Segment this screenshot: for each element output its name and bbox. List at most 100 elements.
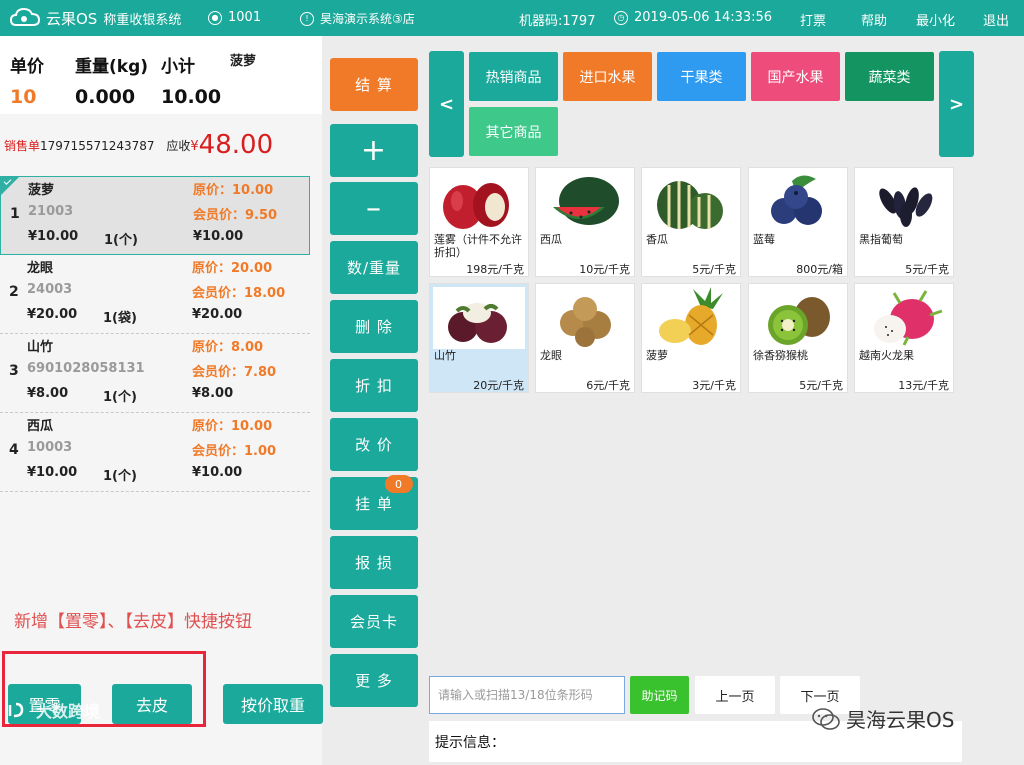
category-domestic-fruit[interactable]: 国产水果 xyxy=(751,52,840,101)
product-card[interactable]: 莲雾（计件不允许折扣） 198元/千克 xyxy=(429,167,529,277)
change-price-button[interactable]: 改 价 xyxy=(330,418,418,471)
hold-order-button[interactable]: 挂 单 0 xyxy=(330,475,418,530)
category-next-button[interactable]: > xyxy=(939,51,974,157)
product-card[interactable]: 徐香猕猴桃 5元/千克 xyxy=(748,283,848,393)
item-price: ¥10.00 xyxy=(27,465,78,480)
category-other[interactable]: 其它商品 xyxy=(469,107,558,156)
plus-button[interactable]: + xyxy=(330,124,418,177)
hold-count-badge: 0 xyxy=(385,475,413,493)
loss-report-button[interactable]: 报 损 xyxy=(330,536,418,589)
barcode-search-input[interactable] xyxy=(429,676,625,714)
category-prev-button[interactable]: < xyxy=(429,51,464,157)
dragonfruit-icon xyxy=(858,287,950,349)
product-price: 3元/千克 xyxy=(692,379,736,392)
more-button[interactable]: 更 多 xyxy=(330,654,418,707)
currency-symbol: ¥ xyxy=(190,139,199,154)
store-info: ! 昊海演示系统③店 xyxy=(300,10,415,27)
exit-button[interactable]: 退出 xyxy=(983,10,1009,29)
subtotal-label: 小计 xyxy=(161,57,195,77)
product-card[interactable]: 越南火龙果 13元/千克 xyxy=(854,283,954,393)
kiwi-icon xyxy=(752,287,844,349)
product-name: 黑指葡萄 xyxy=(859,233,903,246)
item-qty: 1(个) xyxy=(104,233,138,248)
cart-item[interactable]: 4 西瓜 10003 ¥10.00 1(个) 原价：10.00 会员价：1.00… xyxy=(0,413,310,492)
due-label: 应收 xyxy=(166,139,191,153)
item-price: ¥10.00 xyxy=(28,229,79,244)
product-name: 莲雾（计件不允许折扣） xyxy=(434,233,522,259)
machine-code: 机器码:1797 xyxy=(519,14,596,29)
cart-item[interactable]: 3 山竹 6901028058131 ¥8.00 1(个) 原价：8.00 会员… xyxy=(0,334,310,413)
delete-button[interactable]: 删 除 xyxy=(330,300,418,353)
category-imported-fruit[interactable]: 进口水果 xyxy=(563,52,652,101)
unit-price-label: 单价 xyxy=(10,57,44,77)
current-product: 菠萝 xyxy=(230,54,257,69)
tare-button[interactable]: 去皮 xyxy=(112,684,192,724)
cart-item[interactable]: 2 龙眼 24003 ¥20.00 1(袋) 原价：20.00 会员价：18.0… xyxy=(0,255,310,334)
product-name: 菠萝 xyxy=(646,349,668,362)
price-to-weight-button[interactable]: 按价取重 xyxy=(223,684,323,724)
item-subtotal: ¥20.00 xyxy=(192,307,243,322)
datetime-info: ◷ 2019-05-06 14:33:56 xyxy=(614,10,772,25)
product-price: 800元/箱 xyxy=(796,263,843,276)
product-card[interactable]: 香瓜 5元/千克 xyxy=(641,167,741,277)
unit-price-value: 10 xyxy=(10,86,37,108)
product-card[interactable]: 菠萝 3元/千克 xyxy=(641,283,741,393)
grape-icon xyxy=(858,171,950,233)
item-index: 1 xyxy=(10,206,20,222)
prev-page-button[interactable]: 上一页 xyxy=(695,676,775,714)
item-qty: 1(袋) xyxy=(103,311,137,326)
product-price: 198元/千克 xyxy=(466,263,524,276)
product-price: 5元/千克 xyxy=(905,263,949,276)
product-card[interactable]: 山竹 20元/千克 xyxy=(429,283,529,393)
tips-label: 提示信息： xyxy=(435,734,505,751)
discount-button[interactable]: 折 扣 xyxy=(330,359,418,412)
pineapple-icon xyxy=(645,287,737,349)
member-card-button[interactable]: 会员卡 xyxy=(330,595,418,648)
item-member-price: 会员价：18.00 xyxy=(192,286,286,301)
print-button[interactable]: 打票 xyxy=(800,10,826,29)
category-dried-fruit[interactable]: 干果类 xyxy=(657,52,746,101)
item-member-price: 会员价：1.00 xyxy=(192,444,277,459)
mnemonic-button[interactable]: 助记码 xyxy=(630,676,689,714)
product-name: 龙眼 xyxy=(540,349,562,362)
cart-item[interactable]: 1 菠萝 21003 ¥10.00 1(个) 原价：10.00 会员价：9.50… xyxy=(0,176,310,255)
user-info: ● 1001 xyxy=(208,10,261,25)
order-summary: 销售单179715571243787 应收¥48.00 xyxy=(4,130,273,160)
weight-value: 0.000 xyxy=(75,86,136,108)
product-card[interactable]: 龙眼 6元/千克 xyxy=(535,283,635,393)
product-name: 山竹 xyxy=(434,349,456,362)
checkout-button[interactable]: 结 算 xyxy=(330,58,418,111)
wax-apple-icon xyxy=(433,171,525,233)
selected-check-icon xyxy=(1,177,19,195)
category-hot[interactable]: 热销商品 xyxy=(469,52,558,101)
item-qty: 1(个) xyxy=(103,469,137,484)
minimize-button[interactable]: 最小化 xyxy=(916,10,955,29)
order-number: 179715571243787 xyxy=(40,139,155,153)
item-member-price: 会员价：9.50 xyxy=(193,208,278,223)
item-subtotal: ¥10.00 xyxy=(193,229,244,244)
longan-icon xyxy=(539,287,631,349)
minus-button[interactable]: – xyxy=(330,182,418,235)
brand-watermark: 昊海云果OS xyxy=(812,704,954,733)
scale-display: 单价 重量(kg) 小计 菠萝 10 0.000 10.00 xyxy=(0,36,322,114)
user-icon: ● xyxy=(208,10,222,25)
item-qty: 1(个) xyxy=(103,390,137,405)
due-amount: 48.00 xyxy=(198,130,274,160)
product-card[interactable]: 蓝莓 800元/箱 xyxy=(748,167,848,277)
product-card[interactable]: 黑指葡萄 5元/千克 xyxy=(854,167,954,277)
watermelon-icon xyxy=(539,171,631,233)
watermark-logo-icon xyxy=(8,702,24,718)
weight-label: 重量(kg) xyxy=(75,57,149,77)
brand-watermark-text: 昊海云果OS xyxy=(846,708,955,732)
product-name: 徐香猕猴桃 xyxy=(753,349,808,362)
category-vegetables[interactable]: 蔬菜类 xyxy=(845,52,934,101)
qty-weight-button[interactable]: 数/重量 xyxy=(330,241,418,294)
item-name: 山竹 xyxy=(27,340,54,355)
item-original-price: 原价：8.00 xyxy=(192,340,264,355)
item-index: 4 xyxy=(9,442,19,458)
item-member-price: 会员价：7.80 xyxy=(192,365,277,380)
item-index: 3 xyxy=(9,363,19,379)
help-button[interactable]: 帮助 xyxy=(861,10,887,29)
datetime: 2019-05-06 14:33:56 xyxy=(634,10,773,25)
product-card[interactable]: 西瓜 10元/千克 xyxy=(535,167,635,277)
